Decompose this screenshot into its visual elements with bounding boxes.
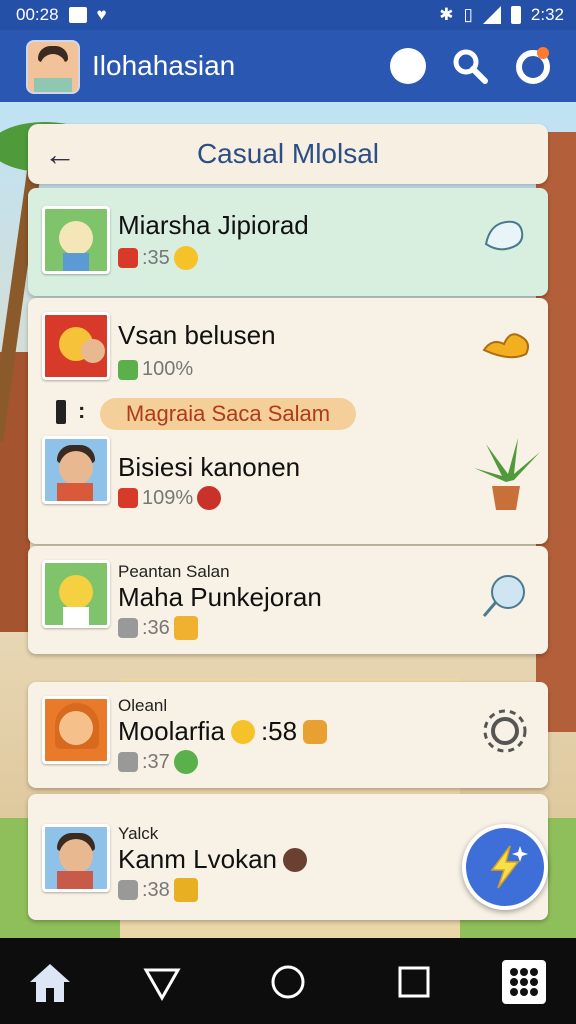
status-clock: 2:32 [530,5,564,24]
chat-name: Moolarfia [118,716,225,746]
chat-prelabel: Peantan Salan [118,562,230,581]
grid-badge-icon [118,880,138,900]
potted-plant-icon [474,438,540,510]
typing-colon: : [78,398,86,423]
chat-prelabel: Oleanl [118,696,168,715]
red-badge-icon [118,248,138,268]
chat-meta: :36 [118,616,198,640]
chat-name-row: Moolarfia :58 [118,716,328,747]
photo-notification-icon [68,7,87,23]
status-dot-button[interactable] [390,48,426,84]
chat-meta-text: 100% [142,358,194,380]
app-title: Ilohahasian [92,50,236,81]
red-badge-icon [118,488,138,508]
jar-emoji-icon [173,616,198,640]
chat-meta-text: 109% [142,486,194,509]
chat-prelabel: Yalck [118,824,159,843]
profile-avatar[interactable] [26,40,80,94]
search-icon[interactable] [450,46,490,86]
chat-meta-text: :38 [142,878,170,901]
hand-wave-icon [484,220,524,251]
quick-action-button[interactable] [462,824,548,910]
avatar [42,824,110,892]
grid-apps-icon[interactable] [500,958,548,1006]
avatar [42,436,110,504]
speech-bubble-icon [482,575,525,617]
chat-name-suffix: :58 [260,716,298,746]
app-bar: Ilohahasian [0,30,576,102]
chat-name: Miarsha Jipiorad [118,210,309,240]
avatar [42,206,110,274]
notification-icon[interactable] [512,44,554,86]
typing-indicator-bar [56,400,66,424]
chat-meta: 100% [118,358,193,381]
chat-name-row: Kanm Lvokan [118,844,307,875]
smile-emoji-icon [173,246,198,270]
pineapple-emoji-icon [173,878,198,902]
chat-name: Vsan belusen [118,320,276,350]
chat-header: ← Casual Mlolsal [28,124,548,184]
chat-meta-text: :35 [142,246,170,269]
status-time: 00:28 [16,5,59,24]
back-triangle-icon[interactable] [138,958,186,1006]
check-badge-icon [118,359,138,380]
ginger-icon [482,333,529,359]
settings-gear-icon[interactable] [480,706,530,756]
avatar [42,696,110,764]
chat-meta: 109% [118,486,222,510]
chat-meta: :38 [118,878,198,902]
square-recents-icon[interactable] [390,958,438,1006]
cookie-emoji-icon [282,847,307,872]
grid-badge-icon [118,618,138,638]
chat-item[interactable]: Miarsha Jipiorad :35 [28,188,548,296]
lightning-icon [490,845,528,889]
vibrate-icon: ▯ [463,5,473,24]
status-bar: 00:28 ♥ ✱ ▯ 2:32 [0,0,576,30]
bluetooth-icon: ✱ [439,5,454,24]
apple-emoji-icon [197,486,222,510]
chat-meta: :35 [118,246,198,270]
grid-badge-icon [118,752,138,772]
chat-name: Maha Punkejoran [118,582,322,612]
thinking-emoji-icon [230,719,255,744]
chat-meta-text: :36 [142,616,170,639]
avatar [42,312,110,380]
header-title: Casual Mlolsal [196,138,380,169]
battery-icon [510,6,521,24]
avatar [42,560,110,628]
circle-home-icon[interactable] [264,958,312,1006]
heart-icon: ♥ [96,5,107,24]
coin-icon [303,719,328,744]
signal-icon [482,6,501,24]
chat-item[interactable]: Peantan Salan Maha Punkejoran :36 [28,546,548,654]
chat-name: Kanm Lvokan [118,844,277,874]
chat-meta-text: :37 [142,750,170,773]
chat-meta: :37 [118,750,198,774]
chat-name: Bisiesi kanonen [118,452,301,482]
navigation-bar [0,938,576,1024]
chat-item[interactable]: Oleanl Moolarfia :58 :37 [28,682,548,788]
home-icon[interactable] [26,958,74,1006]
green-pill-icon [173,750,198,774]
typing-message-pill: Magraia Saca Salam [100,398,356,430]
